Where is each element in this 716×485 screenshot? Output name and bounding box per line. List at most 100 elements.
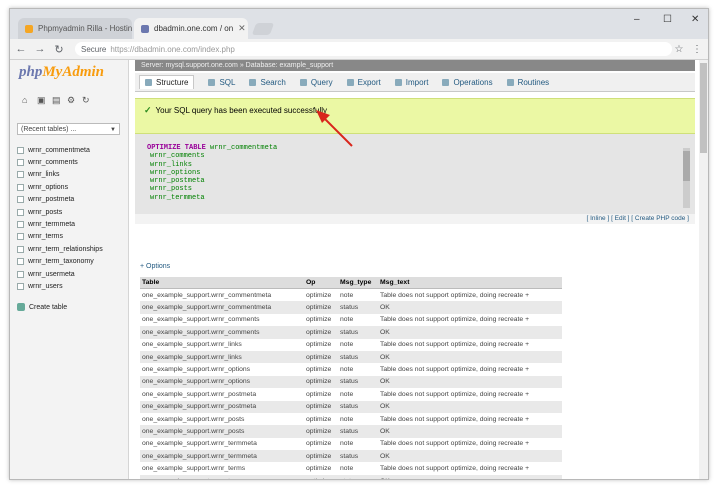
tab-sql[interactable]: SQL — [208, 78, 235, 87]
back-icon[interactable]: ← — [13, 43, 29, 55]
tab-search[interactable]: Search — [249, 78, 286, 87]
sidebar-table-item[interactable]: wrnr_links — [17, 169, 103, 181]
table-icon — [17, 221, 24, 229]
tab-operations[interactable]: Operations — [442, 78, 493, 87]
sql-table: wrnr_termmeta — [150, 193, 205, 202]
favicon-icon — [25, 24, 33, 33]
table-row[interactable]: one_example_support.wrnr_options optimize… — [140, 375, 562, 389]
main-scrollbar[interactable] — [699, 60, 708, 479]
tab-label: Query — [310, 77, 333, 87]
address-bar[interactable]: Secure https://dbadmin.one.com/index.php — [75, 42, 672, 56]
create-table-link[interactable]: Create table — [17, 303, 67, 311]
table-row[interactable]: one_example_support.wrnr_terms optimize no… — [140, 462, 562, 475]
cell-op: optimize — [304, 326, 338, 339]
cell-msgtext: Table does not support optimize, doing r… — [378, 288, 562, 302]
sql-table: wrnr_commentmeta — [210, 144, 278, 152]
table-row[interactable]: one_example_support.wrnr_termsoptimizest… — [140, 474, 562, 479]
tab-label: SQL — [219, 77, 236, 87]
sidebar-table-item[interactable]: wrnr_users — [17, 280, 103, 292]
cell-table: one_example_support.wrnr_terms — [140, 474, 304, 479]
sidebar-table-item[interactable]: wrnr_term_taxonomy — [17, 256, 103, 268]
cell-table: one_example_support.wrnr_comments — [140, 313, 304, 327]
sidebar-table-item[interactable]: wrnr_termmeta — [17, 218, 103, 230]
menu-icon[interactable]: ⋮ — [690, 44, 704, 55]
maximize-icon[interactable]: ☐ — [663, 14, 672, 25]
reload-icon[interactable]: ↻ — [82, 96, 91, 105]
table-row[interactable]: one_example_support.wrnr_options optimize… — [140, 363, 562, 376]
col-msgtype-header[interactable]: Msg_type — [338, 277, 378, 289]
tab-routines[interactable]: Routines — [506, 78, 549, 87]
col-msgtext-header[interactable]: Msg_text — [378, 277, 562, 289]
cell-table: one_example_support.wrnr_comments — [140, 326, 304, 339]
sql-table: wrnr_posts — [150, 185, 193, 194]
browser-window: Phpmyadmin Rilla - Hosting ✕ dbadmin.one… — [9, 8, 709, 480]
new-tab-button[interactable] — [251, 23, 275, 35]
cell-msgtext: Table does not support optimize, doing r… — [378, 313, 562, 327]
browser-tab-2[interactable]: dbadmin.one.com / on ✕ — [134, 18, 248, 39]
logo-part-myadmin: MyAdmin — [42, 64, 105, 80]
sql-scrollbar-thumb[interactable] — [683, 151, 690, 181]
cell-msgtext: Table does not support optimize, doing r… — [378, 412, 562, 426]
table-row[interactable]: one_example_support.wrnr_posts optimize no… — [140, 412, 562, 426]
cell-op: optimize — [304, 400, 338, 413]
tab-structure[interactable]: Structure — [139, 75, 195, 89]
star-icon[interactable]: ☆ — [672, 44, 686, 55]
table-icon — [17, 159, 24, 167]
cell-msgtype: note — [338, 363, 378, 376]
cell-msgtype: note — [338, 388, 378, 401]
sql-scrollbar[interactable] — [683, 148, 690, 208]
table-icon — [17, 282, 24, 290]
pma-logo[interactable]: phpMyAdmin — [19, 64, 104, 81]
sidebar-table-item[interactable]: wrnr_commentmeta — [17, 144, 103, 156]
settings-icon[interactable]: ⚙ — [67, 96, 76, 105]
tab-strip: Phpmyadmin Rilla - Hosting ✕ dbadmin.one… — [10, 9, 708, 39]
table-row[interactable]: one_example_support.wrnr_commentmeta opti… — [140, 301, 562, 314]
exit-icon[interactable]: ▣ — [37, 96, 46, 105]
close-window-icon[interactable]: ✕ — [691, 14, 699, 25]
browser-tab-1[interactable]: Phpmyadmin Rilla - Hosting ✕ — [18, 18, 132, 39]
cell-msgtext: OK — [378, 400, 562, 413]
table-row[interactable]: one_example_support.wrnr_links optimize no… — [140, 338, 562, 351]
table-icon — [17, 196, 24, 204]
cell-msgtype: status — [338, 400, 378, 413]
sidebar-table-item[interactable]: wrnr_terms — [17, 231, 103, 243]
home-icon[interactable]: ⌂ — [22, 96, 31, 105]
sidebar-table-item[interactable]: wrnr_comments — [17, 156, 103, 168]
sidebar-table-item[interactable]: wrnr_usermeta — [17, 268, 103, 280]
options-toggle[interactable]: + Options — [140, 263, 170, 270]
sql-keyword: OPTIMIZE TABLE — [147, 144, 206, 152]
browser-tab-label: dbadmin.one.com / on — [154, 24, 234, 33]
forward-icon[interactable]: → — [32, 43, 48, 55]
query-links[interactable]: [ Inline ] [ Edit ] [ Create PHP code ] — [135, 214, 695, 224]
sidebar-table-label: wrnr_comments — [28, 159, 78, 167]
reload-icon[interactable]: ↻ — [51, 43, 67, 56]
table-row[interactable]: one_example_support.wrnr_links optimize st… — [140, 350, 562, 364]
close-tab-icon[interactable]: ✕ — [233, 23, 246, 34]
sidebar-table-item[interactable]: wrnr_options — [17, 181, 103, 193]
table-row[interactable]: one_example_support.wrnr_posts optimize st… — [140, 425, 562, 438]
sidebar-table-item[interactable]: wrnr_postmeta — [17, 194, 103, 206]
export-icon — [346, 78, 354, 86]
sql-code: OPTIMIZE TABLE wrnr_commentmeta wrnr_com… — [147, 144, 277, 202]
table-row[interactable]: one_example_support.wrnr_comments optimiz… — [140, 313, 562, 327]
table-row[interactable]: one_example_support.wrnr_postmeta optimiz… — [140, 388, 562, 401]
table-row[interactable]: one_example_support.wrnr_termmeta optimiz… — [140, 437, 562, 451]
tab-export[interactable]: Export — [346, 78, 381, 87]
sidebar-table-item[interactable]: wrnr_posts — [17, 206, 103, 218]
table-row[interactable]: one_example_support.wrnr_postmeta optimiz… — [140, 400, 562, 413]
cell-msgtype: note — [338, 288, 378, 302]
sidebar-table-item[interactable]: wrnr_term_relationships — [17, 243, 103, 255]
recent-tables-select[interactable]: (Recent tables) ... ▼ — [17, 123, 120, 135]
cell-op: optimize — [304, 301, 338, 314]
col-op-header[interactable]: Op — [304, 277, 338, 289]
table-row[interactable]: one_example_support.wrnr_commentmeta opti… — [140, 288, 562, 302]
main-scrollbar-thumb[interactable] — [700, 63, 707, 153]
tab-import[interactable]: Import — [394, 78, 428, 87]
table-icon — [17, 258, 24, 266]
table-row[interactable]: one_example_support.wrnr_comments optimiz… — [140, 326, 562, 339]
tab-query[interactable]: Query — [299, 77, 333, 87]
table-row[interactable]: one_example_support.wrnr_termmeta optimiz… — [140, 450, 562, 463]
minimize-icon[interactable]: – — [634, 14, 640, 25]
col-table-header[interactable]: Table — [140, 277, 304, 289]
docs-icon[interactable]: ▤ — [52, 96, 61, 105]
